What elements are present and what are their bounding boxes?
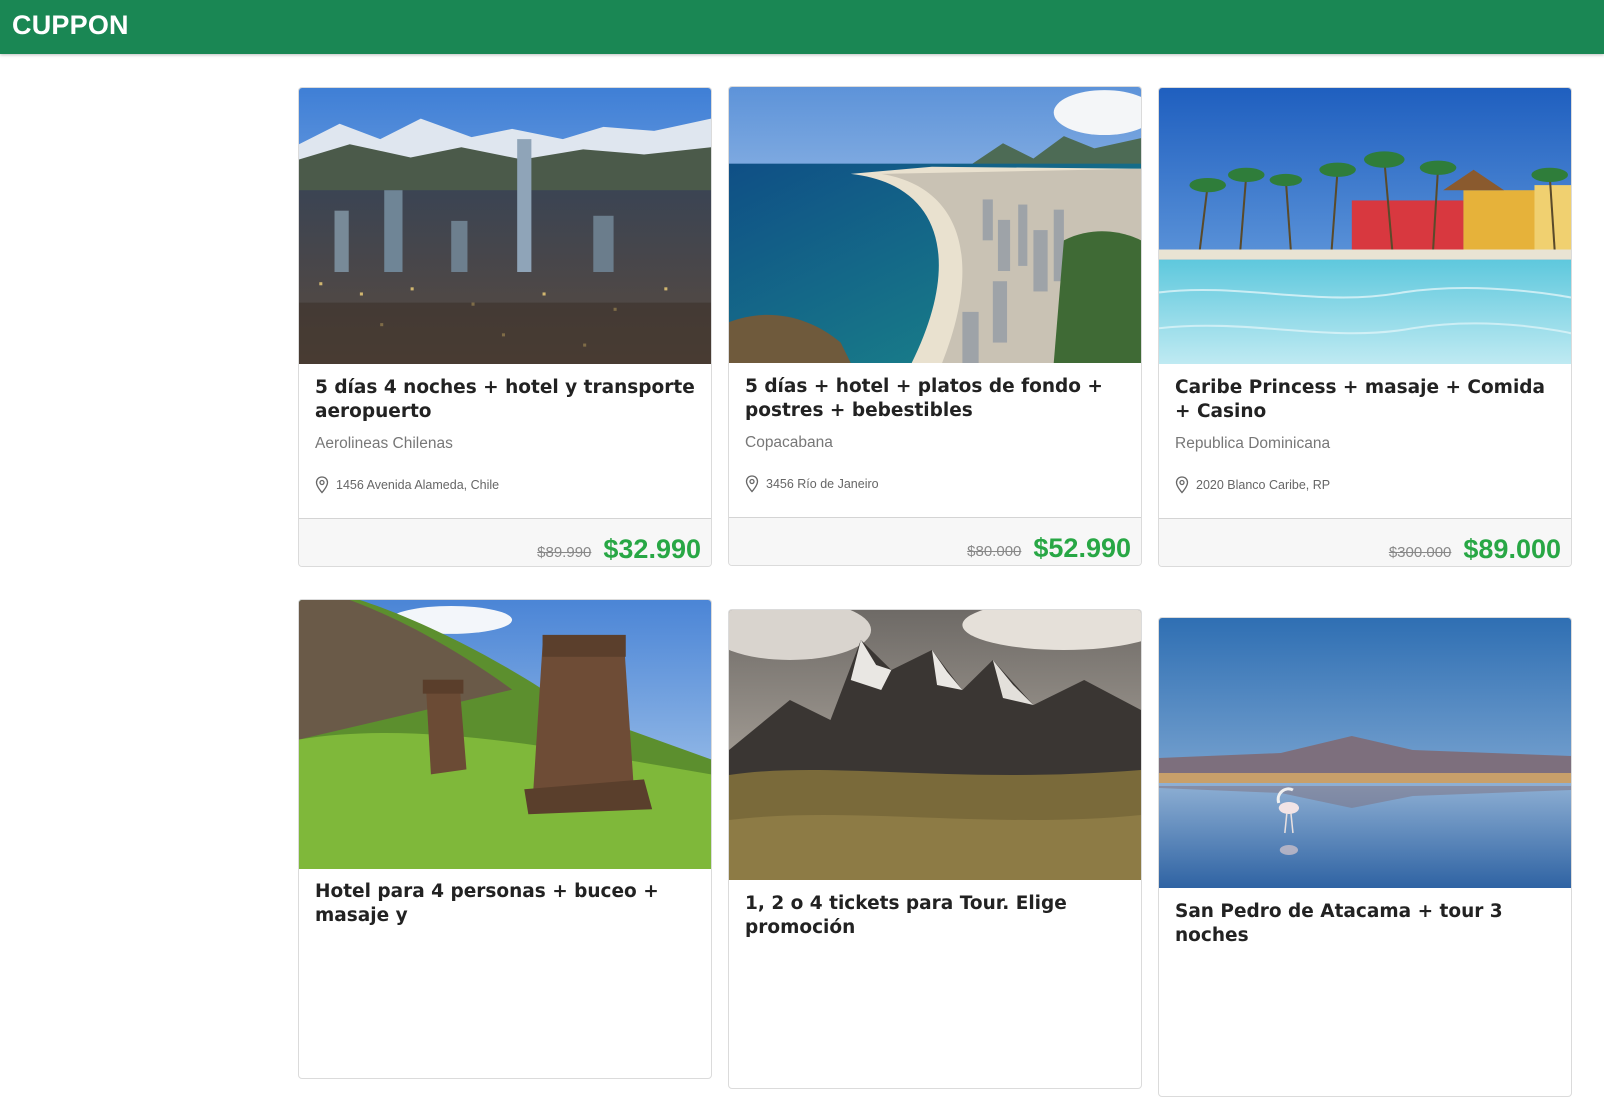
deal-title[interactable]: 5 días 4 noches + hotel y transporte aer… — [315, 376, 695, 424]
deal-price-footer: $80.000 $52.990 — [729, 517, 1141, 565]
deal-title[interactable]: Caribe Princess + masaje + Comida + Casi… — [1175, 376, 1555, 424]
deal-price-footer: $89.990 $32.990 — [299, 518, 711, 566]
top-navbar: CUPPON — [0, 0, 1604, 54]
deal-image-santiago[interactable] — [299, 88, 711, 364]
deal-old-price: $89.990 — [537, 543, 592, 561]
deal-address-text: 3456 Río de Janeiro — [766, 477, 879, 491]
deal-old-price: $300.000 — [1388, 543, 1452, 561]
deal-title[interactable]: 1, 2 o 4 tickets para Tour. Elige promoc… — [745, 892, 1125, 940]
deal-title[interactable]: 5 días + hotel + platos de fondo + postr… — [745, 375, 1125, 423]
deal-provider: Aerolineas Chilenas — [315, 435, 453, 452]
deal-address: 2020 Blanco Caribe, RP — [1175, 476, 1555, 494]
deal-old-price: $80.000 — [967, 542, 1022, 560]
map-pin-icon — [745, 475, 759, 493]
deal-price: $52.990 — [1033, 532, 1131, 563]
deal-card[interactable]: Hotel para 4 personas + buceo + masaje y — [298, 599, 712, 1079]
brand-logo[interactable]: CUPPON — [12, 8, 129, 42]
deal-card[interactable]: 5 días + hotel + platos de fondo + postr… — [728, 86, 1142, 566]
deal-provider: Copacabana — [745, 434, 833, 451]
deal-card[interactable]: 5 días 4 noches + hotel y transporte aer… — [298, 87, 712, 567]
deal-price: $89.000 — [1463, 533, 1561, 564]
deal-image-atacama[interactable] — [1159, 618, 1571, 888]
deal-card[interactable]: San Pedro de Atacama + tour 3 noches — [1158, 617, 1572, 1097]
deal-provider: Republica Dominicana — [1175, 435, 1331, 452]
deal-price-footer: $300.000 $89.000 — [1159, 518, 1571, 566]
map-pin-icon — [1175, 476, 1189, 494]
deal-card[interactable]: Caribe Princess + masaje + Comida + Casi… — [1158, 87, 1572, 567]
deal-card[interactable]: 1, 2 o 4 tickets para Tour. Elige promoc… — [728, 609, 1142, 1089]
deal-address: 3456 Río de Janeiro — [745, 475, 1125, 493]
deal-image-torres-del-paine[interactable] — [729, 610, 1141, 880]
map-pin-icon — [315, 476, 329, 494]
deal-image-copacabana[interactable] — [729, 87, 1141, 363]
deal-image-caribe[interactable] — [1159, 88, 1571, 364]
deal-address: 1456 Avenida Alameda, Chile — [315, 476, 695, 494]
deal-price: $32.990 — [603, 533, 701, 564]
deal-address-text: 2020 Blanco Caribe, RP — [1196, 478, 1331, 492]
deal-image-moai[interactable] — [299, 600, 711, 869]
deal-title[interactable]: San Pedro de Atacama + tour 3 noches — [1175, 900, 1555, 948]
deal-address-text: 1456 Avenida Alameda, Chile — [336, 478, 500, 492]
deal-title[interactable]: Hotel para 4 personas + buceo + masaje y — [315, 880, 695, 928]
